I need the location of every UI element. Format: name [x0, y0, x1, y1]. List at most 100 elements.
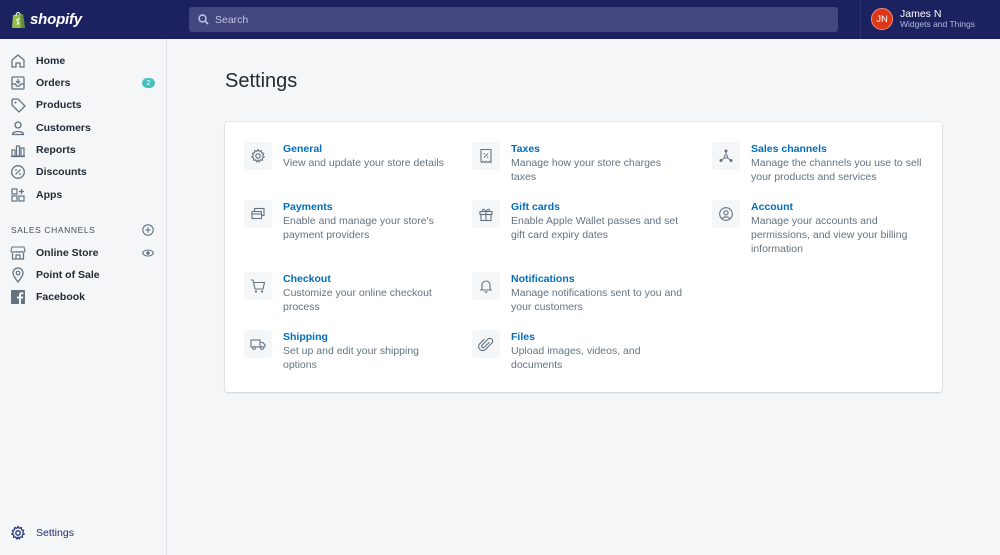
avatar: JN	[871, 8, 893, 30]
setting-title: Shipping	[283, 331, 328, 343]
setting-checkout[interactable]: Checkout Customize your online checkout …	[244, 272, 432, 314]
setting-description: information	[751, 243, 803, 255]
sidebar-item-facebook[interactable]: Facebook	[0, 286, 166, 308]
bell-icon	[472, 272, 500, 300]
sidebar-item-home[interactable]: Home	[0, 50, 166, 72]
apps-icon	[10, 187, 26, 203]
user-menu[interactable]: JN James N Widgets and Things	[871, 8, 975, 30]
setting-description: Manage how your store charges	[511, 157, 661, 169]
topbar-divider	[860, 0, 861, 39]
setting-title: Checkout	[283, 273, 331, 285]
setting-sales-channels[interactable]: Sales channels Manage the channels you u…	[712, 142, 921, 184]
settings-card: General View and update your store detai…	[225, 122, 942, 392]
channels-icon	[712, 142, 740, 170]
setting-description: taxes	[511, 171, 537, 183]
truck-icon	[244, 330, 272, 358]
setting-taxes[interactable]: Taxes Manage how your store charges taxe…	[472, 142, 661, 184]
setting-description: Customize your online checkout	[283, 287, 432, 299]
orders-icon	[10, 75, 26, 91]
setting-title: General	[283, 143, 323, 155]
sidebar-item-online-store[interactable]: Online Store	[0, 242, 166, 264]
sidebar-item-orders[interactable]: Orders 2	[0, 72, 166, 94]
sidebar-item-reports[interactable]: Reports	[0, 139, 166, 161]
sidebar-item-label: Facebook	[36, 291, 86, 303]
setting-files[interactable]: Files Upload images, videos, and documen…	[472, 330, 641, 372]
setting-description: payment providers	[283, 229, 370, 241]
sidebar-item-label: Products	[36, 99, 82, 111]
person-icon	[10, 120, 26, 136]
setting-description: Enable and manage your store's	[283, 215, 434, 227]
search-icon	[198, 14, 209, 25]
add-channel-icon[interactable]	[142, 224, 154, 236]
setting-gift-cards[interactable]: Gift cards Enable Apple Wallet passes an…	[472, 200, 678, 242]
setting-description: your customers	[511, 301, 583, 313]
setting-description: View and update your store details	[283, 157, 444, 169]
discount-icon	[10, 164, 26, 180]
setting-title: Files	[511, 331, 535, 343]
setting-title: Taxes	[511, 143, 540, 155]
credit-card-icon	[244, 200, 272, 228]
page-title: Settings	[225, 70, 298, 92]
setting-description: documents	[511, 359, 563, 371]
setting-description: your products and services	[751, 171, 877, 183]
sidebar-item-settings[interactable]: Settings	[0, 522, 166, 544]
setting-description: options	[283, 359, 317, 371]
store-name: Widgets and Things	[900, 19, 975, 30]
setting-description: Set up and edit your shipping	[283, 345, 420, 357]
setting-shipping[interactable]: Shipping Set up and edit your shipping o…	[244, 330, 419, 372]
tag-icon	[10, 97, 26, 113]
cart-icon	[244, 272, 272, 300]
gift-icon	[472, 200, 500, 228]
paperclip-icon	[472, 330, 500, 358]
setting-description: Manage the channels you use to sell	[751, 157, 922, 169]
sidebar-item-label: Customers	[36, 122, 91, 134]
sidebar-item-point-of-sale[interactable]: Point of Sale	[0, 264, 166, 286]
shopify-bag-icon	[12, 12, 25, 28]
search-input[interactable]: Search	[189, 7, 838, 32]
setting-description: Upload images, videos, and	[511, 345, 641, 357]
gear-icon	[10, 525, 26, 541]
sidebar-item-discounts[interactable]: Discounts	[0, 161, 166, 183]
home-icon	[10, 53, 26, 69]
setting-general[interactable]: General View and update your store detai…	[244, 142, 444, 170]
setting-title: Account	[751, 201, 793, 213]
eye-icon[interactable]	[142, 248, 154, 258]
setting-description: gift card expiry dates	[511, 229, 608, 241]
setting-description: Manage your accounts and	[751, 215, 878, 227]
setting-description: Enable Apple Wallet passes and set	[511, 215, 679, 227]
bar-chart-icon	[10, 142, 26, 158]
sidebar-item-label: Apps	[36, 189, 63, 201]
receipt-icon	[472, 142, 500, 170]
sidebar-item-apps[interactable]: Apps	[0, 184, 166, 206]
sidebar: Home Orders 2 Products Customers Reports…	[0, 39, 167, 555]
sales-channels-heading: SALES CHANNELS	[11, 225, 96, 235]
sidebar-item-products[interactable]: Products	[0, 94, 166, 116]
location-pin-icon	[10, 267, 26, 283]
gear-icon	[244, 142, 272, 170]
setting-account[interactable]: Account Manage your accounts and permiss…	[712, 200, 907, 256]
setting-title: Notifications	[511, 273, 575, 285]
store-icon	[10, 245, 26, 261]
setting-notifications[interactable]: Notifications Manage notifications sent …	[472, 272, 682, 314]
orders-count-badge: 2	[142, 78, 155, 88]
sidebar-item-customers[interactable]: Customers	[0, 117, 166, 139]
setting-title: Sales channels	[751, 143, 827, 155]
setting-description: process	[283, 301, 320, 313]
setting-description: Manage notifications sent to you and	[511, 287, 683, 299]
sidebar-item-label: Orders	[36, 77, 71, 89]
setting-title: Payments	[283, 201, 333, 213]
facebook-icon	[10, 289, 26, 305]
setting-payments[interactable]: Payments Enable and manage your store's …	[244, 200, 434, 242]
sidebar-item-label: Settings	[36, 527, 74, 539]
sidebar-item-label: Point of Sale	[36, 269, 100, 281]
setting-title: Gift cards	[511, 201, 561, 213]
search-placeholder: Search	[215, 13, 249, 26]
sidebar-item-label: Home	[36, 55, 66, 67]
sidebar-item-label: Online Store	[36, 247, 99, 259]
account-icon	[712, 200, 740, 228]
setting-description: permissions, and view your billing	[751, 229, 908, 241]
top-bar: shopify Search JN James N Widgets and Th…	[0, 0, 1000, 39]
sidebar-item-label: Reports	[36, 144, 76, 156]
sidebar-item-label: Discounts	[36, 166, 87, 178]
shopify-logo[interactable]: shopify	[0, 0, 167, 39]
